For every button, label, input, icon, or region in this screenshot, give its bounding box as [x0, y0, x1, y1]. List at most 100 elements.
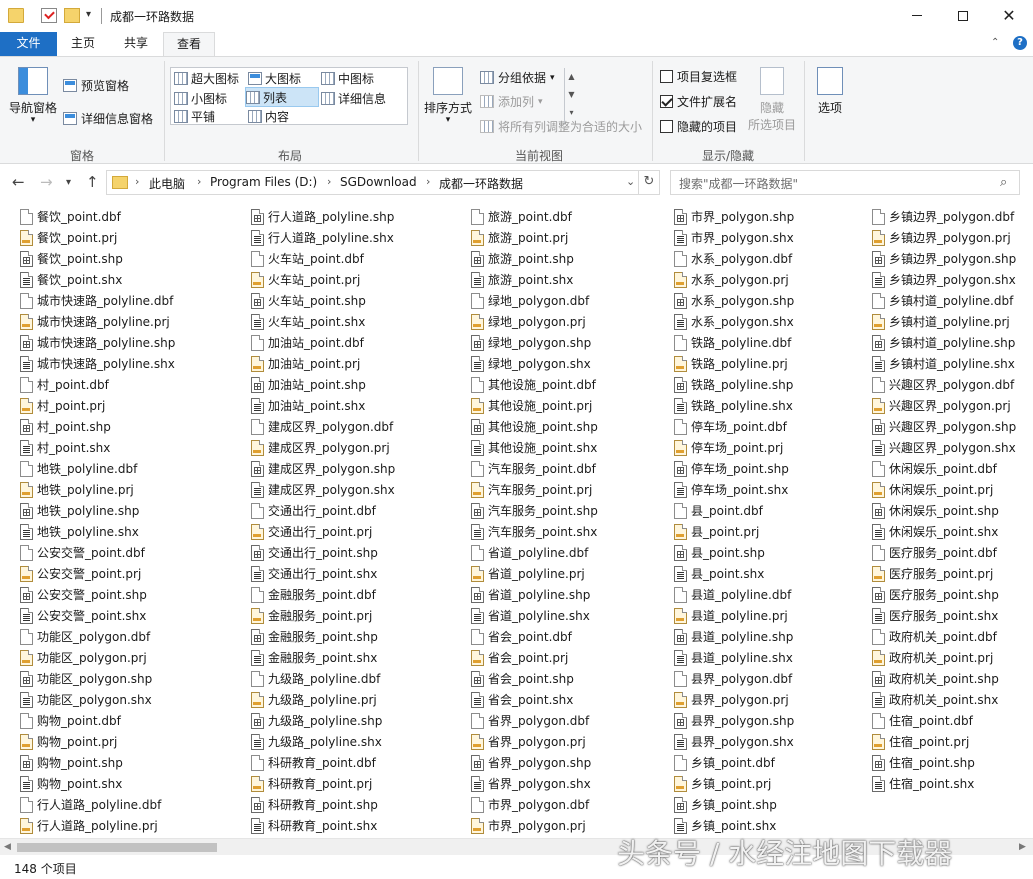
- list-item[interactable]: 建成区界_polygon.dbf: [251, 416, 461, 437]
- tab-share[interactable]: 共享: [110, 32, 162, 56]
- list-item[interactable]: 金融服务_point.prj: [251, 605, 461, 626]
- list-item[interactable]: 地铁_polyline.shx: [20, 521, 230, 542]
- breadcrumb-current-folder[interactable]: 成都一环路数据: [439, 175, 523, 192]
- list-item[interactable]: 金融服务_point.dbf: [251, 584, 461, 605]
- layout-content[interactable]: 内容: [248, 106, 289, 126]
- list-item[interactable]: 县_point.dbf: [674, 500, 884, 521]
- list-item[interactable]: 医疗服务_point.shx: [872, 605, 1033, 626]
- list-item[interactable]: 省道_polyline.shx: [471, 605, 681, 626]
- list-item[interactable]: 休闲娱乐_point.shp: [872, 500, 1033, 521]
- layout-small-icons[interactable]: 小图标: [174, 88, 227, 108]
- maximize-button[interactable]: [940, 0, 986, 31]
- file-extensions-checkbox[interactable]: [660, 95, 673, 108]
- list-item[interactable]: 停车场_point.shx: [674, 479, 884, 500]
- list-item[interactable]: 火车站_point.shp: [251, 290, 461, 311]
- group-by-button[interactable]: 分组依据 ▾: [480, 69, 555, 86]
- list-item[interactable]: 兴趣区界_polygon.shp: [872, 416, 1033, 437]
- list-item[interactable]: 旅游_point.shx: [471, 269, 681, 290]
- list-item[interactable]: 省道_polyline.prj: [471, 563, 681, 584]
- list-item[interactable]: 建成区界_polygon.prj: [251, 437, 461, 458]
- scrollbar-thumb[interactable]: [17, 843, 217, 852]
- list-item[interactable]: 加油站_point.shp: [251, 374, 461, 395]
- list-item[interactable]: 村_point.shp: [20, 416, 230, 437]
- list-item[interactable]: 交通出行_point.prj: [251, 521, 461, 542]
- list-item[interactable]: 水系_polygon.shx: [674, 311, 884, 332]
- breadcrumb-drive[interactable]: Program Files (D:): [210, 175, 317, 189]
- list-item[interactable]: 乡镇村道_polyline.shp: [872, 332, 1033, 353]
- list-item[interactable]: 城市快速路_polyline.dbf: [20, 290, 230, 311]
- list-item[interactable]: 铁路_polyline.shx: [674, 395, 884, 416]
- list-item[interactable]: 水系_polygon.dbf: [674, 248, 884, 269]
- list-item[interactable]: 县_point.shx: [674, 563, 884, 584]
- forward-arrow-icon[interactable]: →: [40, 173, 53, 191]
- list-item[interactable]: 交通出行_point.shx: [251, 563, 461, 584]
- list-item[interactable]: 医疗服务_point.dbf: [872, 542, 1033, 563]
- list-item[interactable]: 铁路_polyline.dbf: [674, 332, 884, 353]
- list-item[interactable]: 购物_point.prj: [20, 731, 230, 752]
- back-arrow-icon[interactable]: ←: [12, 173, 25, 191]
- add-columns-button[interactable]: 添加列 ▾: [480, 93, 543, 110]
- layout-extra-large-icons[interactable]: 超大图标: [174, 68, 239, 88]
- sort-by-button[interactable]: 排序方式 ▾: [422, 67, 474, 125]
- list-item[interactable]: 城市快速路_polyline.shp: [20, 332, 230, 353]
- list-item[interactable]: 绿地_polygon.shx: [471, 353, 681, 374]
- list-item[interactable]: 九级路_polyline.dbf: [251, 668, 461, 689]
- list-item[interactable]: 停车场_point.prj: [674, 437, 884, 458]
- item-checkboxes-toggle[interactable]: 项目复选框: [660, 68, 737, 85]
- list-item[interactable]: 省会_point.shx: [471, 689, 681, 710]
- scroll-right-icon[interactable]: ▶: [1019, 842, 1026, 852]
- list-item[interactable]: 乡镇_point.dbf: [674, 752, 884, 773]
- list-item[interactable]: 行人道路_polyline.shx: [251, 227, 461, 248]
- list-item[interactable]: 加油站_point.prj: [251, 353, 461, 374]
- layout-list[interactable]: 列表: [245, 87, 319, 107]
- list-item[interactable]: 九级路_polyline.prj: [251, 689, 461, 710]
- list-item[interactable]: 功能区_polygon.prj: [20, 647, 230, 668]
- list-item[interactable]: 县_point.prj: [674, 521, 884, 542]
- refresh-icon[interactable]: ↻: [639, 170, 660, 195]
- list-item[interactable]: 休闲娱乐_point.dbf: [872, 458, 1033, 479]
- list-item[interactable]: 行人道路_polyline.dbf: [20, 794, 230, 815]
- list-item[interactable]: 村_point.prj: [20, 395, 230, 416]
- tab-view[interactable]: 查看: [163, 32, 215, 57]
- list-item[interactable]: 市界_polygon.shp: [674, 206, 884, 227]
- list-item[interactable]: 功能区_polygon.shx: [20, 689, 230, 710]
- list-item[interactable]: 省道_polyline.shp: [471, 584, 681, 605]
- quick-access-dropdown-icon[interactable]: ▾: [86, 9, 91, 20]
- hide-selected-button[interactable]: 隐藏 所选项目: [746, 67, 798, 133]
- list-item[interactable]: 市界_polygon.dbf: [471, 794, 681, 815]
- list-item[interactable]: 政府机关_point.shx: [872, 689, 1033, 710]
- list-item[interactable]: 停车场_point.dbf: [674, 416, 884, 437]
- list-item[interactable]: 科研教育_point.shp: [251, 794, 461, 815]
- list-item[interactable]: 休闲娱乐_point.shx: [872, 521, 1033, 542]
- list-item[interactable]: 乡镇边界_polygon.prj: [872, 227, 1033, 248]
- minimize-button[interactable]: [894, 0, 940, 31]
- layout-medium-icons[interactable]: 中图标: [321, 68, 374, 88]
- list-item[interactable]: 公安交警_point.shx: [20, 605, 230, 626]
- list-item[interactable]: 市界_polygon.shx: [674, 227, 884, 248]
- list-item[interactable]: 功能区_polygon.dbf: [20, 626, 230, 647]
- list-item[interactable]: 交通出行_point.shp: [251, 542, 461, 563]
- list-item[interactable]: 购物_point.dbf: [20, 710, 230, 731]
- address-dropdown-icon[interactable]: ⌄: [626, 175, 635, 188]
- list-item[interactable]: 九级路_polyline.shp: [251, 710, 461, 731]
- list-item[interactable]: 科研教育_point.prj: [251, 773, 461, 794]
- list-item[interactable]: 汽车服务_point.prj: [471, 479, 681, 500]
- options-button[interactable]: 选项: [808, 67, 852, 116]
- search-input[interactable]: 搜索"成都一环路数据" ⌕: [670, 170, 1020, 195]
- list-item[interactable]: 建成区界_polygon.shp: [251, 458, 461, 479]
- list-item[interactable]: 地铁_polyline.dbf: [20, 458, 230, 479]
- list-item[interactable]: 省界_polygon.shx: [471, 773, 681, 794]
- list-item[interactable]: 九级路_polyline.shx: [251, 731, 461, 752]
- list-item[interactable]: 村_point.dbf: [20, 374, 230, 395]
- layout-details[interactable]: 详细信息: [321, 88, 386, 108]
- list-item[interactable]: 休闲娱乐_point.prj: [872, 479, 1033, 500]
- list-item[interactable]: 餐饮_point.shx: [20, 269, 230, 290]
- list-item[interactable]: 兴趣区界_polygon.prj: [872, 395, 1033, 416]
- layout-tiles[interactable]: 平铺: [174, 106, 215, 126]
- item-checkboxes-checkbox[interactable]: [660, 70, 673, 83]
- list-item[interactable]: 乡镇村道_polyline.prj: [872, 311, 1033, 332]
- list-item[interactable]: 公安交警_point.shp: [20, 584, 230, 605]
- list-item[interactable]: 水系_polygon.shp: [674, 290, 884, 311]
- list-item[interactable]: 绿地_polygon.prj: [471, 311, 681, 332]
- list-item[interactable]: 省界_polygon.prj: [471, 731, 681, 752]
